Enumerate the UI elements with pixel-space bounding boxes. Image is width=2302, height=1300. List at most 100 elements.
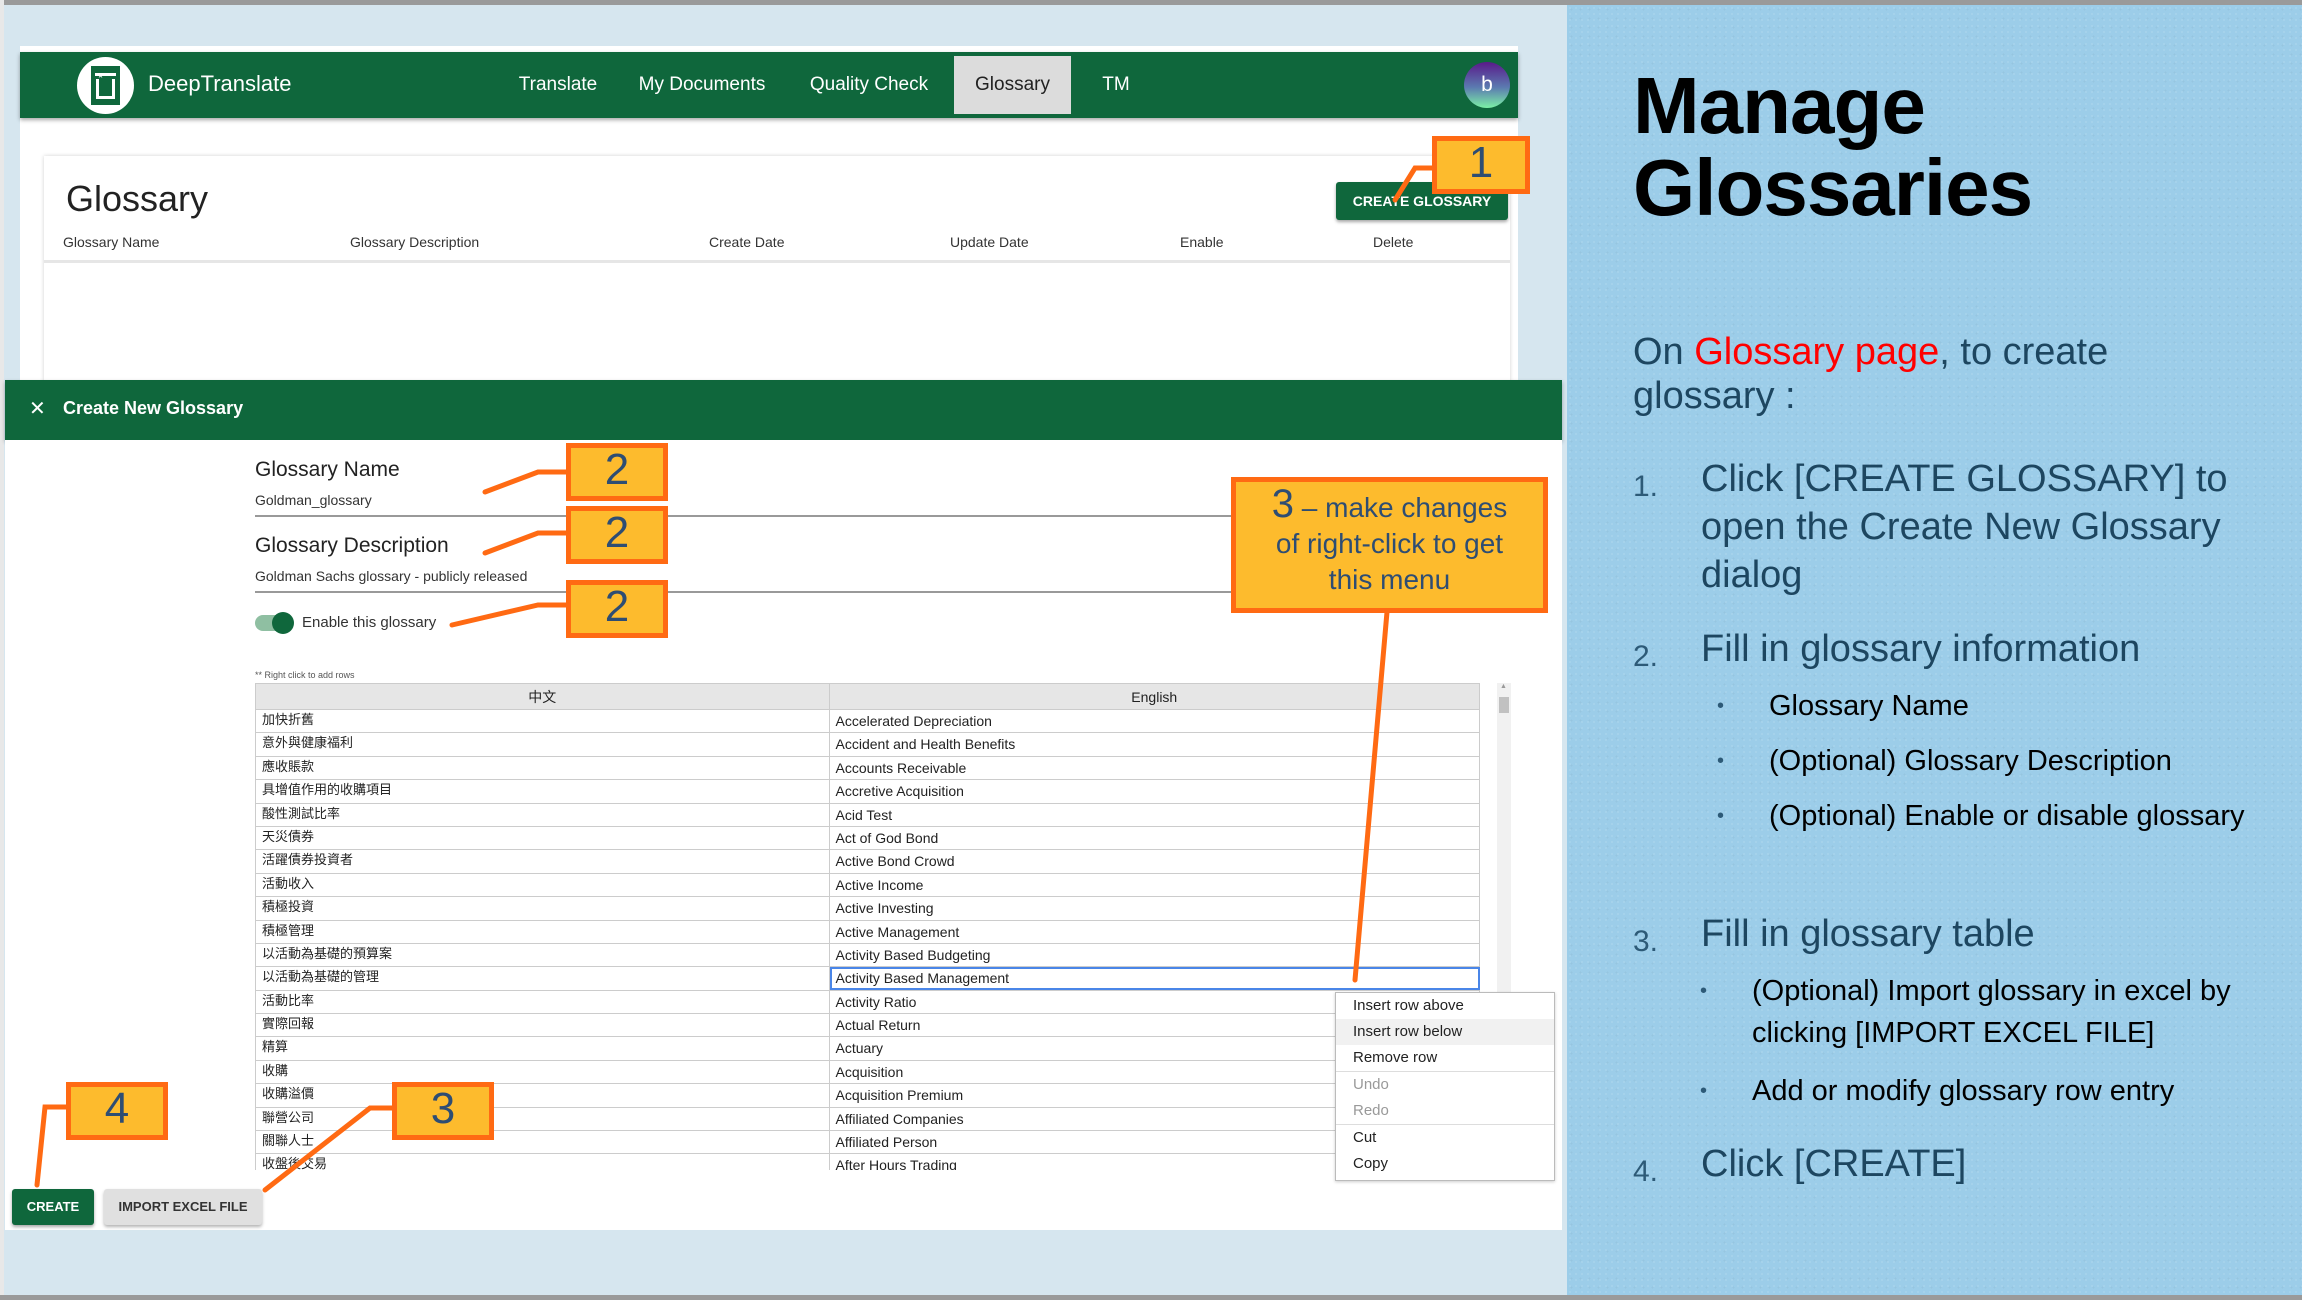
cell-chinese[interactable]: 收盤後交易 [256,1154,830,1170]
close-icon[interactable]: ✕ [29,396,46,421]
callout-2-enable: 2 [566,580,668,638]
user-avatar[interactable]: b [1464,62,1510,108]
context-menu-item-copy[interactable]: Copy [1336,1151,1554,1177]
bullet-text: (Optional) Enable or disable glossary [1769,800,2245,832]
cell-english[interactable]: Active Management [830,920,1480,943]
bullet-dot-icon: • [1717,695,1725,717]
cell-chinese[interactable]: 天災債券 [256,826,830,850]
dialog-title: Create New Glossary [63,398,244,418]
table-row: 活動比率 Activity Ratio [256,990,1480,1015]
nav-my-documents[interactable]: My Documents [616,52,788,118]
context-menu-item-insert-row-above[interactable]: Insert row above [1336,993,1554,1019]
divider [44,260,1510,263]
cell-chinese[interactable]: 收購 [256,1060,830,1084]
scroll-thumb[interactable] [1499,697,1509,713]
cell-chinese[interactable]: 以活動為基礎的管理 [256,967,830,990]
column-header-update-date[interactable]: Update Date [950,234,1029,250]
cell-chinese[interactable]: 應收賬款 [256,756,830,780]
column-header-create-date[interactable]: Create Date [709,234,784,250]
nav-tm[interactable]: TM [1076,52,1156,118]
cell-english[interactable]: Active Income [830,873,1480,897]
instruction-panel: Manage Glossaries On Glossary page, to c… [1567,5,2302,1295]
bottom-border [0,1295,2302,1300]
cell-chinese[interactable]: 精算 [256,1037,830,1060]
cell-chinese[interactable]: 實際回報 [256,1014,830,1037]
glossary-list-card: Glossary CREATE GLOSSARY Glossary Name G… [44,156,1510,396]
cell-english[interactable]: Accelerated Depreciation [830,710,1480,733]
context-menu-item-redo: Redo [1353,1102,1389,1119]
cell-english[interactable]: Accretive Acquisition [830,780,1480,803]
import-excel-file-button[interactable]: IMPORT EXCEL FILE [104,1189,262,1225]
create-button[interactable]: CREATE [12,1189,94,1225]
bullet-text: Glossary Name [1769,690,1969,722]
cell-english[interactable]: Accounts Receivable [830,756,1480,780]
cell-english[interactable]: Acid Test [830,803,1480,826]
enable-toggle-thumb[interactable] [272,612,294,634]
cell-chinese[interactable]: 聯營公司 [256,1107,830,1131]
step-text: Click [CREATE] [1701,1143,1967,1185]
column-header-english[interactable]: English [830,684,1480,709]
table-row: 活動收入 Active Income [256,873,1480,898]
table-row: 積極投資 Active Investing [256,897,1480,921]
table-row: 以活動為基礎的預算案 Activity Based Budgeting [256,943,1480,968]
intro-prefix: On [1633,331,1695,373]
cell-chinese[interactable]: 加快折舊 [256,710,830,733]
cell-english[interactable]: Active Investing [830,897,1480,920]
cell-chinese[interactable]: 活躍債券投資者 [256,850,830,873]
scroll-up-arrow-icon[interactable]: ▲ [1500,683,1507,690]
table-row: 收盤後交易 After Hours Trading [256,1154,1480,1170]
callout-3-text-1: – make changes [1294,492,1508,523]
cell-chinese[interactable]: 收購溢價 [256,1084,830,1107]
table-row: 天災債券 Act of God Bond [256,826,1480,851]
nav-glossary[interactable]: Glossary [954,56,1071,114]
table-row: 積極管理 Active Management [256,920,1480,944]
glossary-description-input[interactable]: Goldman Sachs glossary - publicly releas… [255,568,527,584]
column-header-glossary-description[interactable]: Glossary Description [350,234,479,250]
column-header-enable[interactable]: Enable [1180,234,1224,250]
callout-1: 1 [1432,136,1530,194]
cell-chinese[interactable]: 意外與健康福利 [256,733,830,756]
deeptranslate-logo-icon[interactable]: ‸ [77,57,134,114]
left-border [0,0,4,1300]
cell-chinese[interactable]: 活動收入 [256,873,830,897]
page-title: Glossary [66,178,209,219]
nav-quality-check[interactable]: Quality Check [794,52,944,118]
step-text: Click [CREATE GLOSSARY] to open the Crea… [1701,458,2228,596]
cell-chinese[interactable]: 積極管理 [256,920,830,943]
callout-3-context-menu: 3 – make changes of right-click to get t… [1231,477,1548,613]
column-header-chinese[interactable]: 中文 [256,684,830,709]
bullet-dot-icon: • [1700,980,1708,1002]
step-number: 3. [1633,925,1659,958]
cell-chinese[interactable]: 關聯人士 [256,1131,830,1154]
callout-3-import: 3 [392,1082,494,1140]
right-click-hint: ** Right click to add rows [255,670,355,680]
callout-3-text-2: of right-click to get [1275,528,1504,559]
cell-chinese[interactable]: 以活動為基礎的預算案 [256,943,830,967]
table-row: 應收賬款 Accounts Receivable [256,756,1480,781]
brand-name[interactable]: DeepTranslate [148,71,291,97]
callout-2-description: 2 [566,506,668,564]
panel-intro: On Glossary page, to create glossary : [1633,330,2253,418]
callout-3-number: 3 [1271,482,1294,526]
column-header-delete[interactable]: Delete [1373,234,1413,250]
context-menu-item-remove-row[interactable]: Remove row [1336,1045,1554,1071]
context-menu-item-insert-row-below[interactable]: Insert row below [1336,1019,1554,1045]
context-menu-item-cut[interactable]: Cut [1336,1125,1554,1151]
cell-english[interactable]: Activity Based Budgeting [830,943,1480,967]
table-row: 以活動為基礎的管理 Activity Based Management [256,967,1480,991]
table-header-row: 中文 English [256,683,1480,710]
cell-english-selected[interactable]: Activity Based Management [829,967,1480,990]
cell-chinese[interactable]: 積極投資 [256,897,830,920]
cell-chinese[interactable]: 具增值作用的收購項目 [256,780,830,803]
cell-english[interactable]: Act of God Bond [830,826,1480,850]
cell-chinese[interactable]: 活動比率 [256,990,830,1014]
column-header-glossary-name[interactable]: Glossary Name [63,234,159,250]
glossary-name-input[interactable]: Goldman_glossary [255,492,372,508]
table-row: 活躍債券投資者 Active Bond Crowd [256,850,1480,874]
nav-translate[interactable]: Translate [506,52,610,118]
cell-chinese[interactable]: 酸性測試比率 [256,803,830,826]
top-navbar: ‸ DeepTranslate Translate My Documents Q… [20,52,1518,118]
cell-english[interactable]: Active Bond Crowd [830,850,1480,873]
cell-english[interactable]: Accident and Health Benefits [830,733,1480,756]
bullet-dot-icon: • [1700,1080,1708,1102]
